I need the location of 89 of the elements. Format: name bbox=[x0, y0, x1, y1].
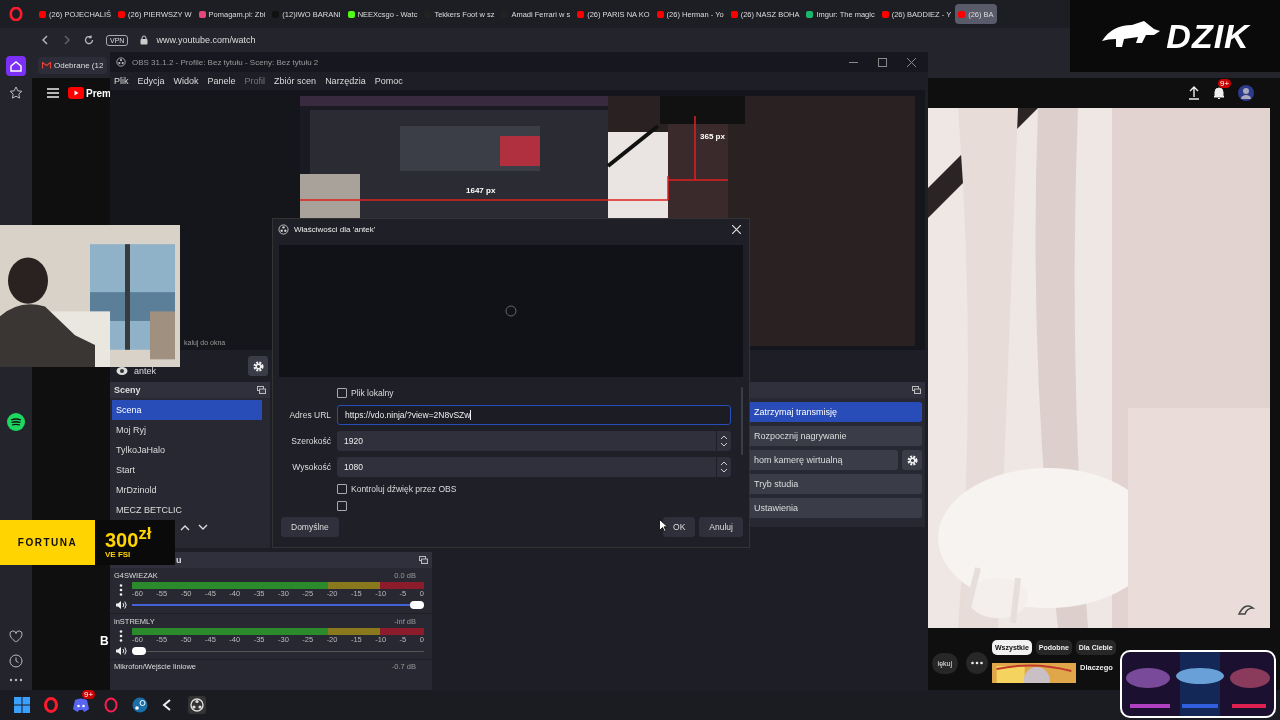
close-icon[interactable] bbox=[907, 57, 916, 67]
forward-icon[interactable] bbox=[62, 35, 72, 45]
ad-brand: FORTUNA bbox=[17, 537, 78, 548]
address-field[interactable]: www.youtube.com/watch bbox=[156, 35, 256, 45]
undock-icon[interactable] bbox=[419, 556, 428, 564]
number-field[interactable]: 1920 bbox=[337, 431, 731, 451]
reload-icon[interactable] bbox=[84, 35, 94, 45]
menu-item[interactable]: Edycja bbox=[137, 76, 165, 86]
opera-gx-icon[interactable] bbox=[103, 697, 119, 713]
upload-icon[interactable] bbox=[1188, 86, 1200, 100]
clock-icon[interactable] bbox=[9, 654, 23, 668]
mail-tab[interactable]: Odebrane (12 bbox=[38, 56, 108, 74]
measurement-label: 1647 px bbox=[466, 186, 496, 195]
opera-icon[interactable] bbox=[43, 697, 59, 713]
steam-icon[interactable] bbox=[132, 697, 148, 713]
number-field[interactable]: 1080 bbox=[337, 457, 731, 477]
menu-item[interactable]: Narzędzia bbox=[325, 76, 366, 86]
spinner-arrows-icon[interactable] bbox=[720, 434, 728, 448]
cancel-button[interactable]: Anuluj bbox=[699, 517, 743, 537]
mail-icon bbox=[42, 61, 51, 69]
more-button[interactable] bbox=[966, 652, 988, 674]
channel-name: B bbox=[100, 634, 109, 648]
move-up-icon[interactable] bbox=[180, 524, 190, 531]
field-label: Wysokość bbox=[291, 462, 332, 472]
speaker-icon[interactable] bbox=[114, 646, 128, 656]
menu-item[interactable]: Plik bbox=[114, 76, 129, 86]
checkbox[interactable] bbox=[337, 388, 347, 398]
discord-icon[interactable] bbox=[72, 697, 90, 713]
menu-item[interactable]: Widok bbox=[173, 76, 199, 86]
dialog-title: Właściwości dla 'antek' bbox=[294, 224, 376, 234]
heart-icon[interactable] bbox=[9, 630, 23, 644]
undock-icon[interactable] bbox=[912, 386, 921, 394]
defaults-button[interactable]: Domyślne bbox=[281, 517, 339, 537]
window-title: OBS 31.1.2 - Profile: Bez tytułu - Sceny: Bez tytułu 2 bbox=[132, 57, 319, 67]
spotify-icon[interactable] bbox=[6, 412, 26, 432]
scene-item[interactable]: MrDzinold bbox=[112, 480, 262, 500]
ad-tagline: VE FSI bbox=[105, 549, 132, 559]
field-label: Adres URL bbox=[288, 410, 332, 420]
settings-button[interactable] bbox=[902, 450, 922, 470]
menu-item[interactable]: Pomoc bbox=[374, 76, 403, 86]
star-icon[interactable] bbox=[9, 86, 23, 100]
scene-item[interactable]: MECZ BETCLIC bbox=[112, 500, 262, 520]
speaker-icon[interactable] bbox=[114, 600, 128, 610]
url-field[interactable]: https://vdo.ninja/?view=2N8vSZw bbox=[337, 405, 731, 425]
obs-logo-icon bbox=[116, 57, 126, 67]
loading-spinner-icon bbox=[505, 305, 517, 317]
menu-item[interactable]: Panele bbox=[207, 76, 236, 86]
maximize-icon[interactable] bbox=[878, 57, 887, 67]
menu-icon[interactable] bbox=[46, 87, 60, 99]
move-down-icon[interactable] bbox=[198, 524, 208, 531]
avatar-icon[interactable] bbox=[1238, 85, 1254, 101]
opera-logo-icon[interactable] bbox=[9, 7, 23, 21]
gear-icon bbox=[906, 454, 918, 466]
menu-item[interactable]: Zbiór scen bbox=[274, 76, 317, 86]
lock-icon bbox=[140, 35, 149, 45]
measurement-label: 365 px bbox=[700, 132, 725, 141]
checkbox-label[interactable]: Plik lokalny bbox=[351, 388, 394, 398]
scene-item[interactable]: Moj Ryj bbox=[112, 420, 262, 440]
volume-slider[interactable] bbox=[132, 601, 424, 609]
notification-badge: 9+ bbox=[1218, 79, 1232, 88]
bell-icon[interactable] bbox=[1212, 86, 1226, 100]
panel-title: Sceny bbox=[114, 385, 141, 395]
checkbox-label[interactable]: Kontroluj dźwięk przez OBS bbox=[351, 484, 457, 494]
checkbox[interactable] bbox=[337, 484, 347, 494]
field-label: Szerokość bbox=[290, 436, 332, 446]
more-icon[interactable] bbox=[9, 678, 23, 682]
windows-icon[interactable] bbox=[14, 697, 30, 713]
source-settings-button[interactable] bbox=[248, 356, 268, 376]
obs-logo-icon bbox=[278, 223, 289, 235]
youtube-logo[interactable]: Prem bbox=[68, 87, 111, 99]
scene-item[interactable]: TylkoJaHalo bbox=[112, 440, 262, 460]
ok-button[interactable]: OK bbox=[663, 517, 696, 537]
panel-title: u bbox=[175, 555, 182, 565]
cursor-icon bbox=[659, 519, 668, 532]
spinner-arrows-icon[interactable] bbox=[720, 460, 728, 474]
notification-badge: 9+ bbox=[82, 690, 96, 699]
undock-icon[interactable] bbox=[257, 386, 266, 394]
scene-item[interactable]: Start bbox=[112, 460, 262, 480]
scene-item[interactable]: Scena bbox=[112, 400, 262, 420]
checkbox[interactable] bbox=[337, 501, 347, 511]
channel-watermark-icon bbox=[1237, 602, 1255, 616]
gear-icon bbox=[252, 360, 264, 372]
brand-logo-text: DZIK bbox=[1166, 16, 1250, 56]
ad-amount: 300$^{zł}$ bbox=[105, 526, 153, 550]
home-icon[interactable] bbox=[6, 56, 26, 76]
source-name[interactable]: antek bbox=[134, 366, 157, 376]
back-icon[interactable] bbox=[40, 35, 50, 45]
obs-icon[interactable] bbox=[188, 696, 206, 714]
eye-icon[interactable] bbox=[116, 366, 128, 376]
